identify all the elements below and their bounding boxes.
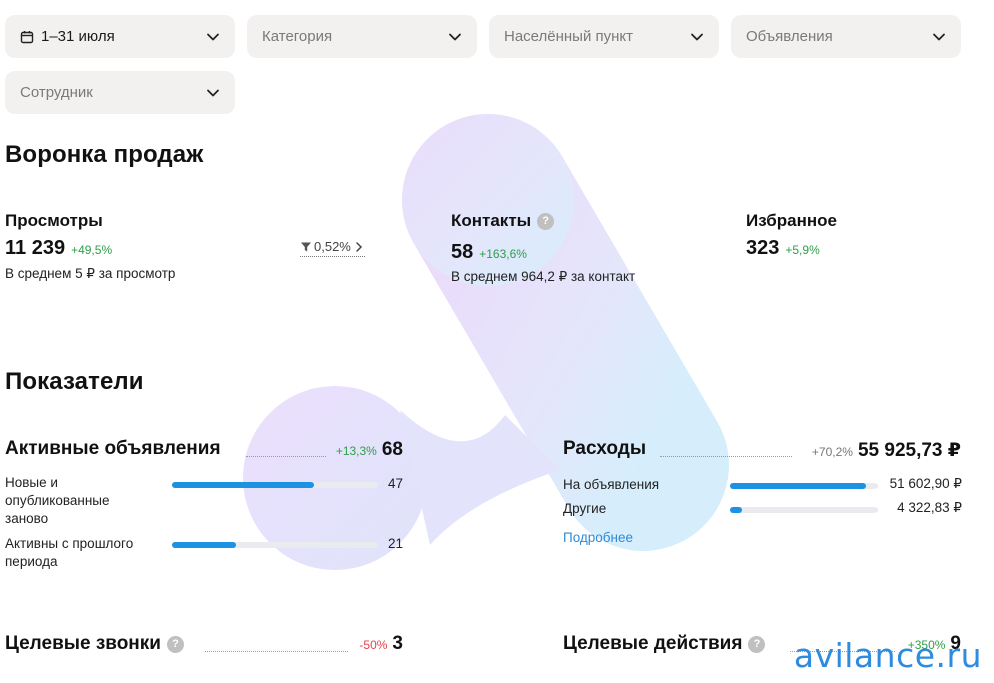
contacts-average: В среднем 964,2 ₽ за контакт [451, 269, 636, 284]
target-actions-title: Целевые действия [563, 633, 743, 654]
date-filter[interactable]: 1–31 июля [5, 15, 235, 58]
expenses-title: Расходы [563, 438, 647, 459]
dotted-leader [660, 456, 792, 457]
chevron-down-icon [933, 33, 945, 40]
calendar-icon [20, 30, 34, 43]
indicators-title: Показатели [5, 368, 144, 395]
expenses-row-value: 51 602,90 ₽ [889, 476, 962, 491]
target-calls-value-group: -50% 3 [359, 633, 403, 655]
favorites-delta: +5,9% [785, 243, 820, 257]
question-icon[interactable]: ? [748, 635, 766, 653]
views-label: Просмотры [5, 211, 103, 230]
chevron-right-icon [356, 241, 362, 252]
category-filter-label: Категория [262, 28, 333, 45]
funnel-icon [301, 242, 311, 251]
date-filter-label: 1–31 июля [41, 28, 115, 45]
active-ads-title: Активные объявления [5, 438, 221, 459]
chevron-down-icon [449, 33, 461, 40]
target-calls-delta: -50% [359, 638, 388, 652]
dotted-leader [205, 651, 348, 652]
active-ads-row-value: 47 [387, 476, 403, 491]
expenses-delta: +70,2% [811, 445, 853, 459]
active-ads-value: 68 [381, 439, 403, 460]
ads-filter[interactable]: Объявления [731, 15, 961, 58]
target-calls-title-group: Целевые звонки ? [5, 633, 184, 655]
active-ads-bar-fill [172, 482, 315, 488]
expenses-bar-track [730, 483, 878, 489]
expenses-bar-fill [730, 483, 867, 489]
views-value-group: 11 239 +49,5% [5, 237, 112, 260]
contacts-label: Контакты [451, 211, 532, 230]
conversion-value: 0,52% [314, 239, 351, 254]
contacts-value-group: 58 +163,6% [451, 241, 527, 264]
active-ads-bar-track [172, 482, 378, 488]
contacts-label-group: Контакты ? [451, 211, 555, 231]
chevron-down-icon [207, 33, 219, 40]
active-ads-row-value: 21 [387, 536, 403, 551]
employee-filter[interactable]: Сотрудник [5, 71, 235, 114]
contacts-delta: +163,6% [479, 247, 527, 261]
contacts-value: 58 [451, 241, 474, 263]
favorites-value-group: 323 +5,9% [746, 237, 820, 260]
active-ads-row-label: Активны с прошлого периода [5, 536, 134, 569]
active-ads-value-group: +13,3% 68 [336, 439, 403, 461]
views-delta: +49,5% [71, 243, 113, 257]
target-actions-title-group: Целевые действия ? [563, 633, 766, 655]
expenses-value-group: +70,2% 55 925,73 ₽ [812, 439, 961, 462]
expenses-bar-track [730, 507, 878, 513]
active-ads-bar-track [172, 542, 378, 548]
expenses-more-link[interactable]: Подробнее [563, 530, 633, 545]
question-icon[interactable]: ? [537, 212, 555, 230]
funnel-title: Воронка продаж [5, 141, 204, 168]
expenses-row-label: Другие [563, 501, 607, 516]
views-value: 11 239 [5, 237, 66, 259]
favorites-label: Избранное [746, 211, 837, 230]
target-calls-title: Целевые звонки [5, 633, 161, 654]
watermark: avilance.ru [793, 636, 982, 675]
views-average: В среднем 5 ₽ за просмотр [5, 266, 176, 281]
favorites-value: 323 [746, 237, 780, 259]
expenses-row-value: 4 322,83 ₽ [897, 500, 962, 515]
locality-filter[interactable]: Населённый пункт [489, 15, 719, 58]
employee-filter-label: Сотрудник [20, 84, 93, 101]
expenses-value: 55 925,73 ₽ [857, 440, 961, 461]
active-ads-bar-fill [172, 542, 236, 548]
chevron-down-icon [207, 89, 219, 96]
expenses-bar-fill [730, 507, 742, 513]
active-ads-delta: +13,3% [335, 444, 377, 458]
ads-filter-label: Объявления [746, 28, 833, 45]
category-filter[interactable]: Категория [247, 15, 477, 58]
conversion-link[interactable]: 0,52% [300, 239, 365, 257]
chevron-down-icon [691, 33, 703, 40]
active-ads-row-label: Новые и опубликованные заново [5, 475, 110, 526]
locality-filter-label: Населённый пункт [504, 28, 634, 45]
target-calls-value: 3 [392, 633, 403, 654]
question-icon[interactable]: ? [166, 635, 184, 653]
dotted-leader [246, 456, 326, 457]
expenses-row-label: На объявления [563, 477, 660, 492]
